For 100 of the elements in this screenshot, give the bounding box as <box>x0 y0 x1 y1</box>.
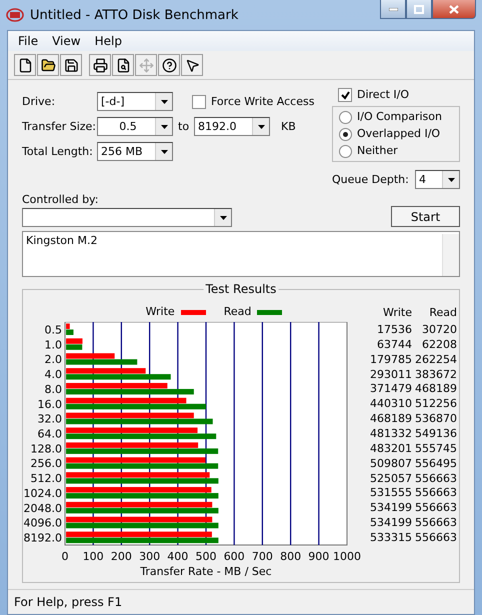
range-label: to <box>178 120 190 134</box>
field-label: Queue Depth: <box>332 172 410 186</box>
table-cell: 440310 <box>369 397 412 410</box>
table-cell-text: 30720 <box>421 322 457 336</box>
axis-label: 8192.0 <box>24 532 62 545</box>
table-cell-text: 17536 <box>376 322 412 336</box>
checkbox-label: Force Write Access <box>211 94 314 108</box>
table-cell: 531555 <box>369 486 412 500</box>
caret-icon <box>252 118 270 135</box>
field-label: Drive: <box>22 94 56 108</box>
axis-label: 16.0 <box>38 398 62 411</box>
transfer-size-dropdown[interactable]: 8192.0 <box>194 117 270 136</box>
total-length-dropdown[interactable]: 256 MB <box>97 142 173 161</box>
maximize-icon <box>414 4 424 14</box>
toolbar-button[interactable] <box>37 54 59 76</box>
legend-label: Read <box>224 305 252 319</box>
start-button[interactable]: Start <box>391 206 460 227</box>
table-cell: 483201 <box>369 442 412 455</box>
transfer-size-dropdown[interactable]: 0.5 <box>97 117 173 136</box>
axis-label: 1024.0 <box>24 486 62 500</box>
toolbar-button[interactable] <box>14 54 36 76</box>
toolbar-button[interactable] <box>112 54 134 76</box>
toolbar-button[interactable] <box>181 54 203 76</box>
drive-dropdown[interactable]: [-d-] <box>97 92 173 111</box>
caret-icon <box>214 209 231 226</box>
axis-label: 800 <box>280 550 302 563</box>
legend-label: Write <box>146 305 175 319</box>
axis-label: 0 <box>62 550 68 563</box>
scrollbar[interactable] <box>442 234 459 276</box>
toolbar-button[interactable] <box>60 54 82 76</box>
menu-item[interactable]: File <box>12 33 44 49</box>
menu-item[interactable]: View <box>46 33 87 49</box>
table-cell: 509807 <box>369 456 412 470</box>
controlled-by-dropdown[interactable] <box>22 208 232 227</box>
axis-label: 32.0 <box>38 412 62 426</box>
table-cell: 556663 <box>414 501 457 514</box>
field-label: Controlled by: <box>22 193 100 207</box>
table-cell: 556495 <box>414 456 457 470</box>
axis-label: 600 <box>224 550 245 563</box>
table-cell: 536870 <box>414 412 457 426</box>
radio-button[interactable] <box>339 110 352 124</box>
radio-button[interactable] <box>339 128 352 140</box>
axis-label: 400 <box>167 550 188 563</box>
checkbox-label: Direct I/O <box>357 88 410 102</box>
folder-icon <box>40 58 56 72</box>
axis-label: 500 <box>196 550 216 563</box>
column-header: Read <box>428 306 457 318</box>
table-cell: 525057 <box>369 472 412 485</box>
minimize-icon <box>388 8 398 10</box>
table-cell: 556663 <box>414 530 457 544</box>
table-cell: 533315 <box>369 530 412 544</box>
axis-label: 4.0 <box>44 368 62 382</box>
app-logo-icon <box>6 7 24 23</box>
caret-icon <box>442 171 459 188</box>
maximize-button[interactable] <box>406 0 432 19</box>
axis-label: 128.0 <box>30 442 62 456</box>
table-cell: 179785 <box>369 352 412 366</box>
checkbox[interactable] <box>338 88 352 102</box>
axis-label: 2.0 <box>44 353 62 366</box>
axis-label: 8.0 <box>44 382 62 396</box>
table-cell: 556663 <box>414 516 457 530</box>
axis-label: 64.0 <box>38 428 62 440</box>
close-button[interactable] <box>432 0 476 19</box>
caret-icon <box>155 118 172 135</box>
queue-depth-dropdown[interactable]: 4 <box>415 170 460 189</box>
table-cell: 468189 <box>414 382 457 396</box>
unit-label: KB <box>281 120 296 134</box>
description-field[interactable]: Kingston M.2 <box>22 231 460 277</box>
radio-label: Neither <box>357 144 398 158</box>
table-cell: 481332 <box>369 426 412 440</box>
close-icon <box>449 4 459 14</box>
table-cell: 468189 <box>369 412 412 426</box>
caret-icon <box>155 93 172 110</box>
table-cell: 556663 <box>414 472 457 485</box>
axis-label: 2048.0 <box>24 502 62 515</box>
minimize-button[interactable] <box>380 0 406 19</box>
table-cell: 555745 <box>414 442 457 455</box>
question-mark-icon <box>162 58 176 72</box>
move-arrows-icon <box>138 58 154 72</box>
axis-label: 900 <box>308 550 330 563</box>
axis-label: 300 <box>139 550 160 563</box>
checkbox[interactable] <box>192 94 206 108</box>
axis-label: 0.5 <box>44 323 62 336</box>
magnifier-page-icon <box>116 58 130 72</box>
axis-label: 1.0 <box>44 338 62 352</box>
table-cell: 556663 <box>414 486 457 500</box>
menu-item[interactable]: Help <box>88 33 128 49</box>
table-cell: 383672 <box>414 368 457 380</box>
axis-label: 700 <box>252 550 273 563</box>
radio-button[interactable] <box>339 144 352 158</box>
axis-label: 200 <box>110 550 132 563</box>
status-bar: For Help, press F1 <box>8 589 474 614</box>
table-cell: 534199 <box>369 516 412 530</box>
axis-label: 512.0 <box>30 472 62 486</box>
window-title: Untitled - ATTO Disk Benchmark <box>30 8 240 22</box>
toolbar-button[interactable] <box>158 54 180 76</box>
toolbar-button[interactable] <box>89 54 111 76</box>
radio-label: Overlapped I/O <box>357 127 440 141</box>
caret-icon <box>155 143 172 160</box>
axis-label: 256.0 <box>30 457 62 470</box>
